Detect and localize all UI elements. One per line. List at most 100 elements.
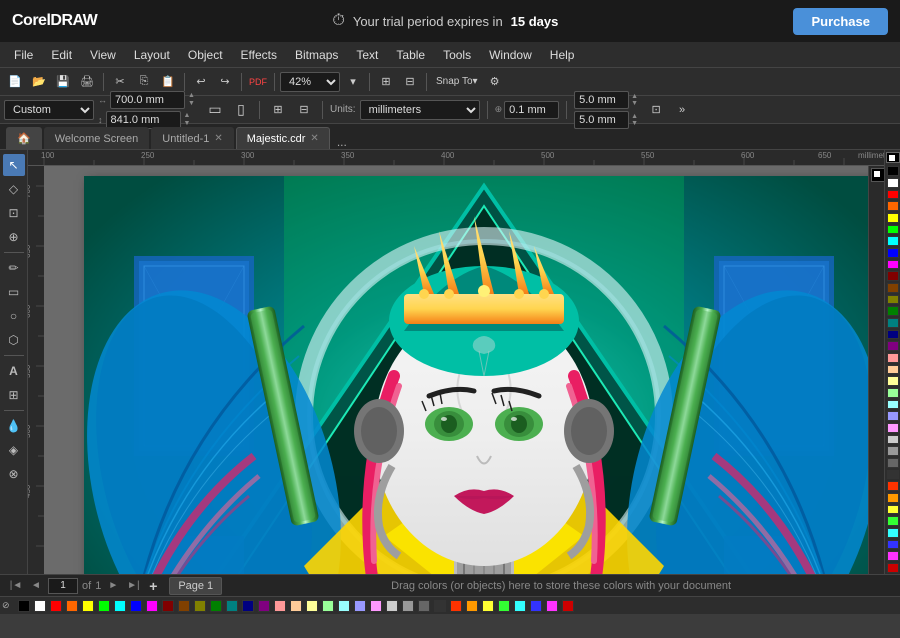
color-swatch[interactable] [887,236,899,246]
menu-item-effects[interactable]: Effects [233,45,285,65]
color-swatch[interactable] [887,365,899,375]
color-swatch[interactable] [887,341,899,351]
palette-color[interactable] [450,600,462,612]
height-up[interactable]: ▲ [184,112,196,119]
undo-button[interactable]: ↩ [190,71,212,93]
color-swatch[interactable] [887,563,899,573]
tab-home[interactable]: 🏠 [6,127,42,149]
palette-color[interactable] [210,600,222,612]
portrait-button[interactable]: ▭ [204,99,226,121]
color-swatch[interactable] [887,493,899,503]
color-swatch[interactable] [887,435,899,445]
current-page-input[interactable]: 1 [48,578,78,594]
precision-input-1[interactable]: 5.0 mm [574,91,629,109]
distribute-button[interactable]: ⊟ [293,99,315,121]
last-page-button[interactable]: ►| [125,578,141,594]
palette-color[interactable] [466,600,478,612]
expand-button[interactable]: » [671,99,693,121]
palette-color[interactable] [226,600,238,612]
palette-color[interactable] [34,600,46,612]
prec2-down[interactable]: ▼ [631,120,641,127]
color-swatch[interactable] [887,400,899,410]
page-size-select[interactable]: CustomA4Letter [4,100,94,120]
color-swatch[interactable] [887,213,899,223]
color-swatch[interactable] [887,481,899,491]
color-swatch[interactable] [887,190,899,200]
color-swatch[interactable] [887,166,899,176]
units-select[interactable]: millimetersinchespixels [360,100,480,120]
pdf-button[interactable]: PDF [247,71,269,93]
prec1-up[interactable]: ▲ [631,93,641,100]
color-swatch[interactable] [887,260,899,270]
color-swatch[interactable] [887,528,899,538]
color-swatch[interactable] [887,458,899,468]
new-button[interactable]: 📄 [4,71,26,93]
tool-freehand[interactable]: ✏ [3,257,25,279]
landscape-button[interactable]: ▯ [230,99,252,121]
copy-button[interactable]: ⎘ [133,71,155,93]
purchase-button[interactable]: Purchase [793,8,888,35]
color-swatch[interactable] [887,318,899,328]
color-swatch[interactable] [887,411,899,421]
color-swatch[interactable] [887,540,899,550]
palette-color[interactable] [50,600,62,612]
menu-item-bitmaps[interactable]: Bitmaps [287,45,346,65]
palette-color[interactable] [114,600,126,612]
menu-item-object[interactable]: Object [180,45,231,65]
menu-item-table[interactable]: Table [388,45,433,65]
palette-color[interactable] [306,600,318,612]
menu-item-help[interactable]: Help [542,45,583,65]
palette-color[interactable] [66,600,78,612]
menu-item-view[interactable]: View [82,45,124,65]
tool-select[interactable]: ↖ [3,154,25,176]
prec2-up[interactable]: ▲ [631,113,641,120]
palette-color[interactable] [242,600,254,612]
print-button[interactable]: 🖨 [76,71,98,93]
palette-color[interactable] [258,600,270,612]
prev-page-button[interactable]: ◄ [28,578,44,594]
prec1-down[interactable]: ▼ [631,100,641,107]
no-fill-swatch[interactable]: ⊘ [2,600,10,611]
tab-majestic[interactable]: Majestic.cdr ✕ [236,127,330,149]
color-swatch[interactable] [887,388,899,398]
fill-stroke-box[interactable] [886,152,900,163]
color-swatch[interactable] [887,201,899,211]
color-swatch[interactable] [887,516,899,526]
palette-color[interactable] [370,600,382,612]
snap-icon[interactable]: Snap To▾ [432,71,482,93]
tool-ellipse[interactable]: ○ [3,305,25,327]
color-swatch[interactable] [887,446,899,456]
tab-untitled-close[interactable]: ✕ [214,133,222,144]
palette-color[interactable] [178,600,190,612]
width-down[interactable]: ▼ [188,100,200,107]
palette-color[interactable] [498,600,510,612]
palette-color[interactable] [290,600,302,612]
palette-color[interactable] [514,600,526,612]
tab-untitled[interactable]: Untitled-1 ✕ [151,127,233,149]
zoom-select[interactable]: 42%50%75%100% [280,72,340,92]
color-swatch[interactable] [887,330,899,340]
tool-zoom[interactable]: ⊕ [3,226,25,248]
color-swatch[interactable] [887,283,899,293]
color-swatch[interactable] [887,376,899,386]
height-input[interactable]: 841.0 mm [106,111,181,129]
menu-item-text[interactable]: Text [348,45,386,65]
color-swatch[interactable] [887,178,899,188]
color-swatch[interactable] [887,248,899,258]
palette-color[interactable] [322,600,334,612]
tool-crop[interactable]: ⊡ [3,202,25,224]
width-up[interactable]: ▲ [188,92,200,99]
palette-color[interactable] [354,600,366,612]
fill-indicator[interactable] [871,168,884,182]
palette-color[interactable] [338,600,350,612]
tool-table[interactable]: ⊞ [3,384,25,406]
palette-color[interactable] [434,600,446,612]
color-swatch[interactable] [887,306,899,316]
save-button[interactable]: 💾 [52,71,74,93]
menu-item-layout[interactable]: Layout [126,45,178,65]
first-page-button[interactable]: |◄ [8,578,24,594]
settings-button[interactable]: ⚙ [484,71,506,93]
palette-color[interactable] [130,600,142,612]
palette-color[interactable] [482,600,494,612]
palette-color[interactable] [18,600,30,612]
